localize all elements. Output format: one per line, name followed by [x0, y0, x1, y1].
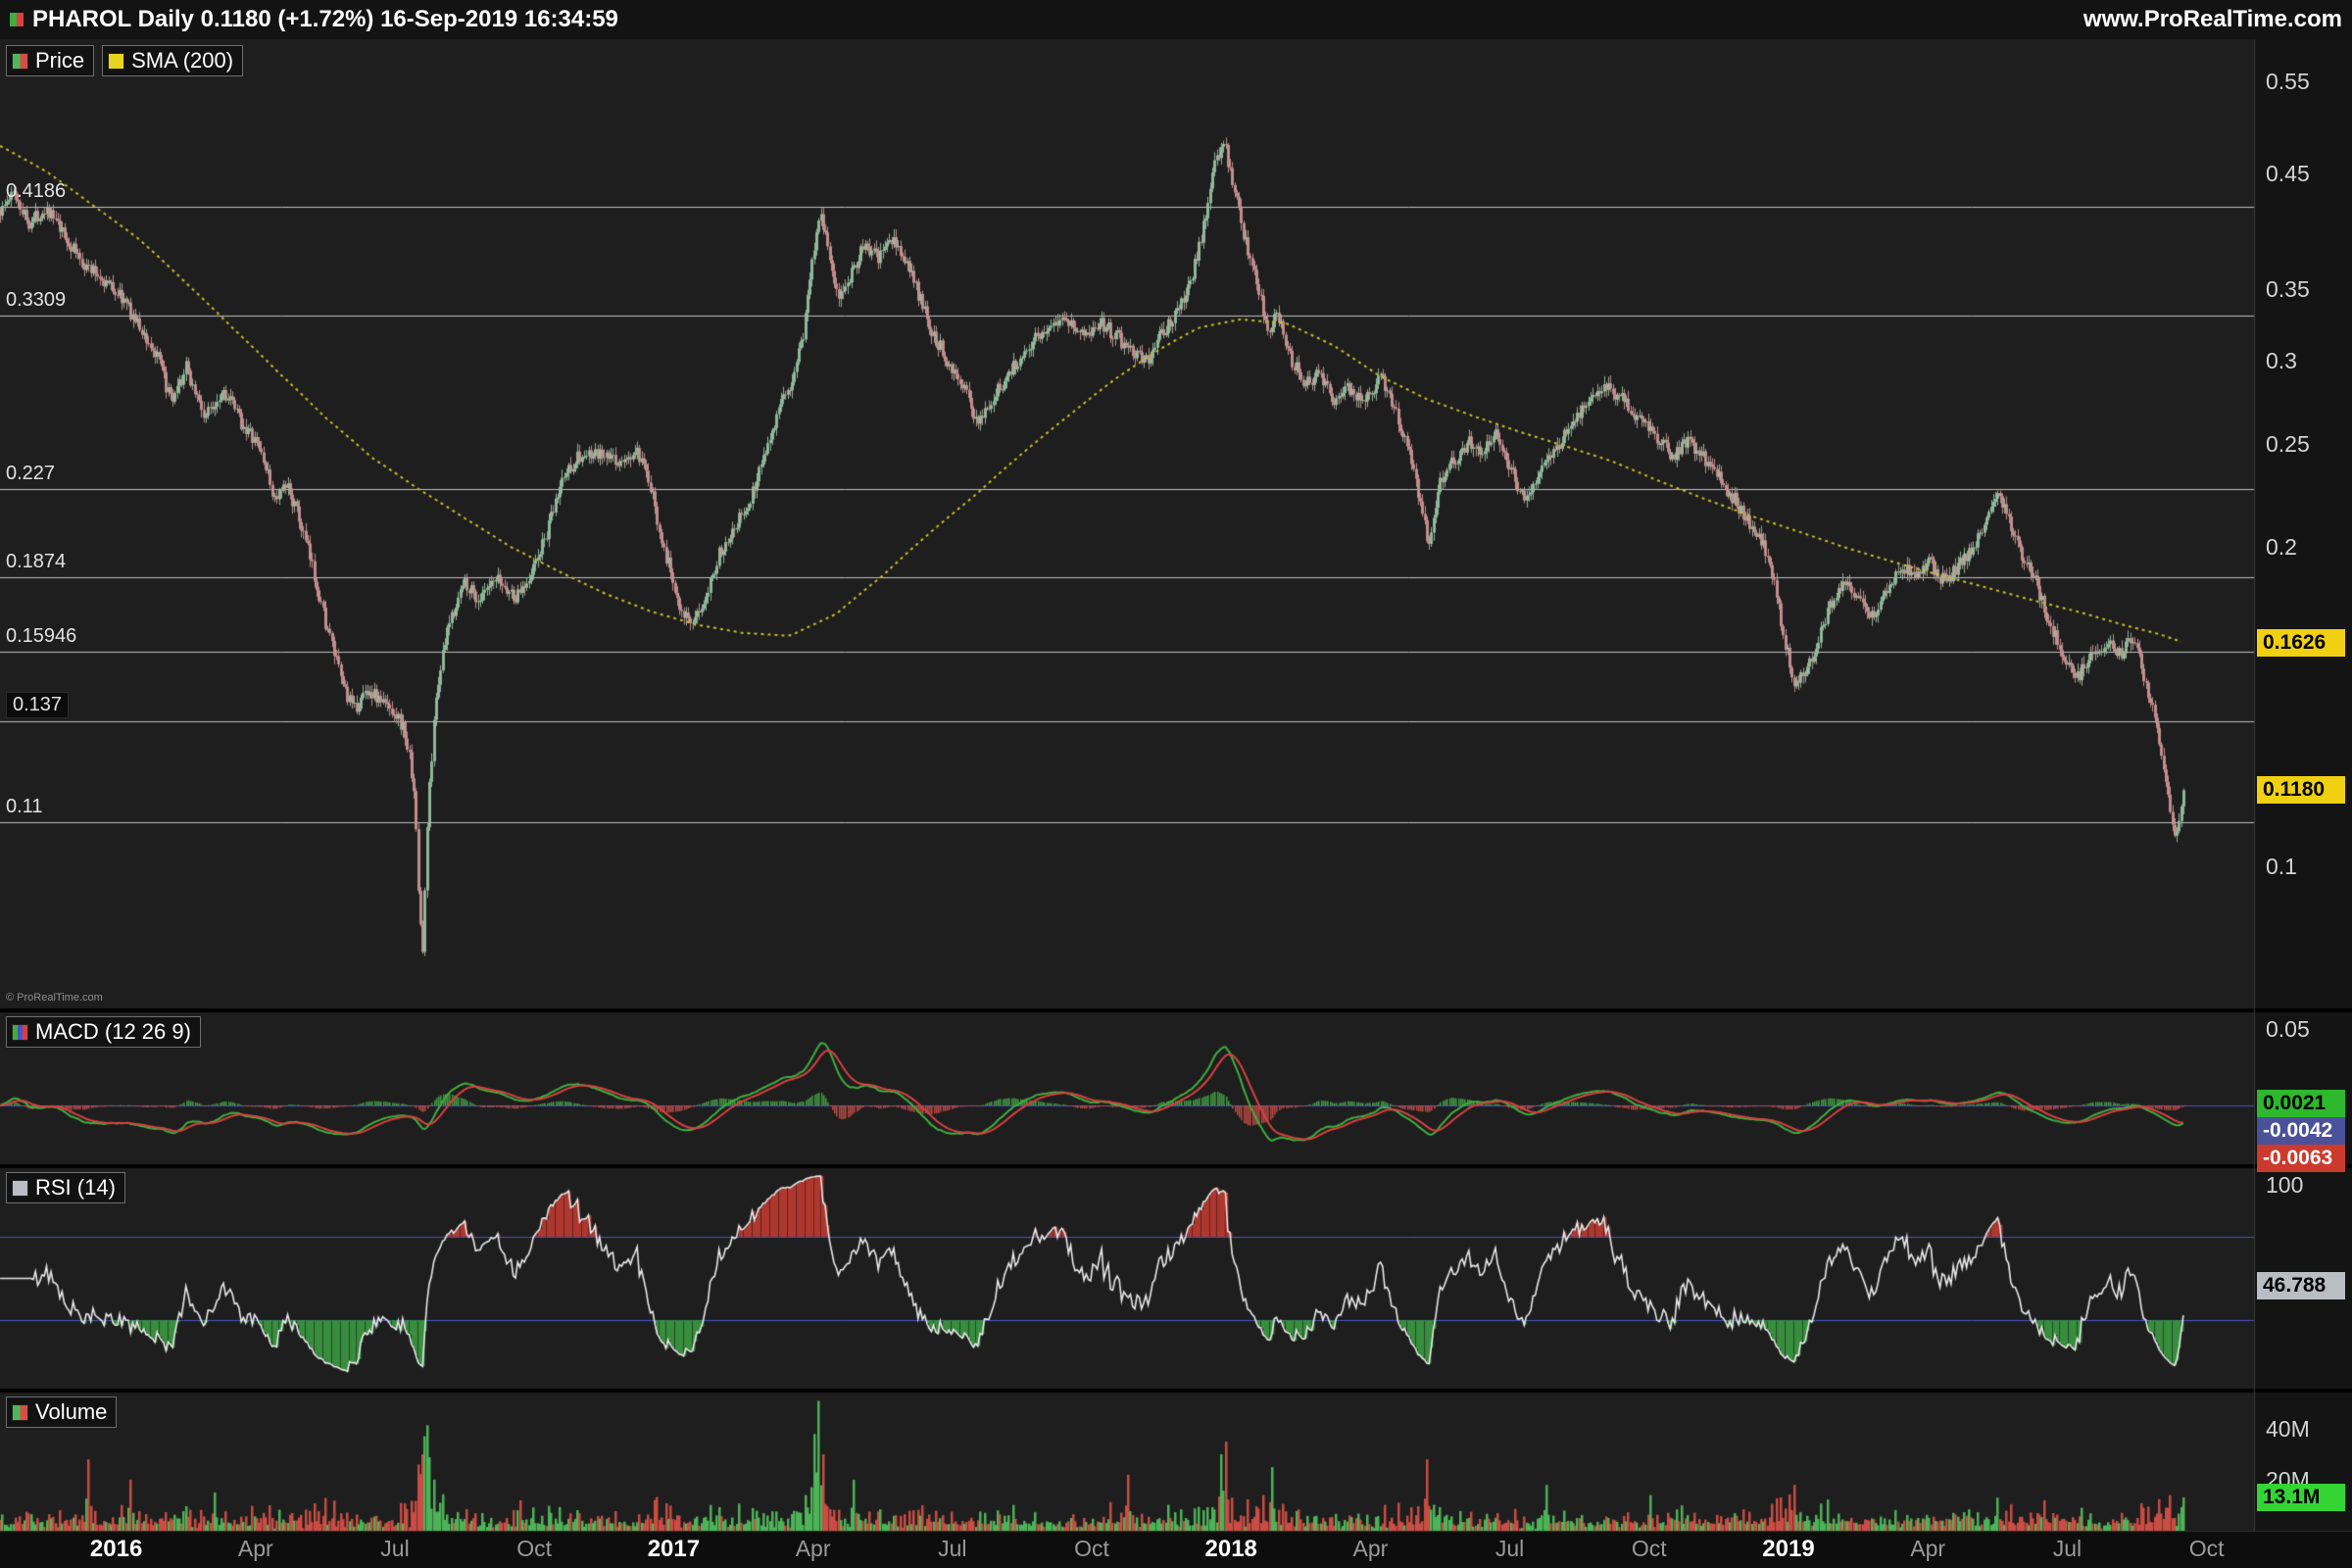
macd-panel-legend: MACD (12 26 9)	[6, 1016, 201, 1048]
header-bar: PHAROL Daily 0.1180 (+1.72%) 16-Sep-2019…	[0, 0, 2352, 39]
chart-title: PHAROL Daily 0.1180 (+1.72%) 16-Sep-2019…	[32, 6, 618, 33]
header-left: PHAROL Daily 0.1180 (+1.72%) 16-Sep-2019…	[10, 6, 618, 33]
rsi-series-icon	[12, 1180, 28, 1197]
symbol-icon	[10, 13, 24, 26]
price-legend-item[interactable]: Price	[6, 45, 94, 76]
proréaltime-site-link[interactable]: www.ProRealTime.com	[2083, 6, 2342, 33]
macd-legend-label: MACD (12 26 9)	[35, 1019, 191, 1045]
copyright-text: © ProRealTime.com	[6, 992, 103, 1004]
volume-legend-label: Volume	[35, 1399, 107, 1425]
rsi-panel-legend: RSI (14)	[6, 1172, 125, 1203]
sma-legend-label: SMA (200)	[131, 48, 233, 74]
rsi-legend-label: RSI (14)	[35, 1175, 116, 1200]
price-series-icon	[12, 53, 28, 70]
volume-legend-item[interactable]: Volume	[6, 1396, 117, 1428]
sma-legend-item[interactable]: SMA (200)	[102, 45, 243, 76]
price-panel-legend: Price SMA (200)	[6, 45, 243, 76]
macd-legend-item[interactable]: MACD (12 26 9)	[6, 1016, 201, 1048]
price-legend-label: Price	[35, 48, 84, 74]
volume-series-icon	[12, 1404, 28, 1421]
sma-series-icon	[108, 53, 124, 70]
volume-panel-legend: Volume	[6, 1396, 117, 1428]
macd-series-icon	[12, 1024, 28, 1041]
chart-window: PHAROL Daily 0.1180 (+1.72%) 16-Sep-2019…	[0, 0, 2352, 1568]
chart-canvas[interactable]	[0, 0, 2352, 1568]
rsi-legend-item[interactable]: RSI (14)	[6, 1172, 125, 1203]
